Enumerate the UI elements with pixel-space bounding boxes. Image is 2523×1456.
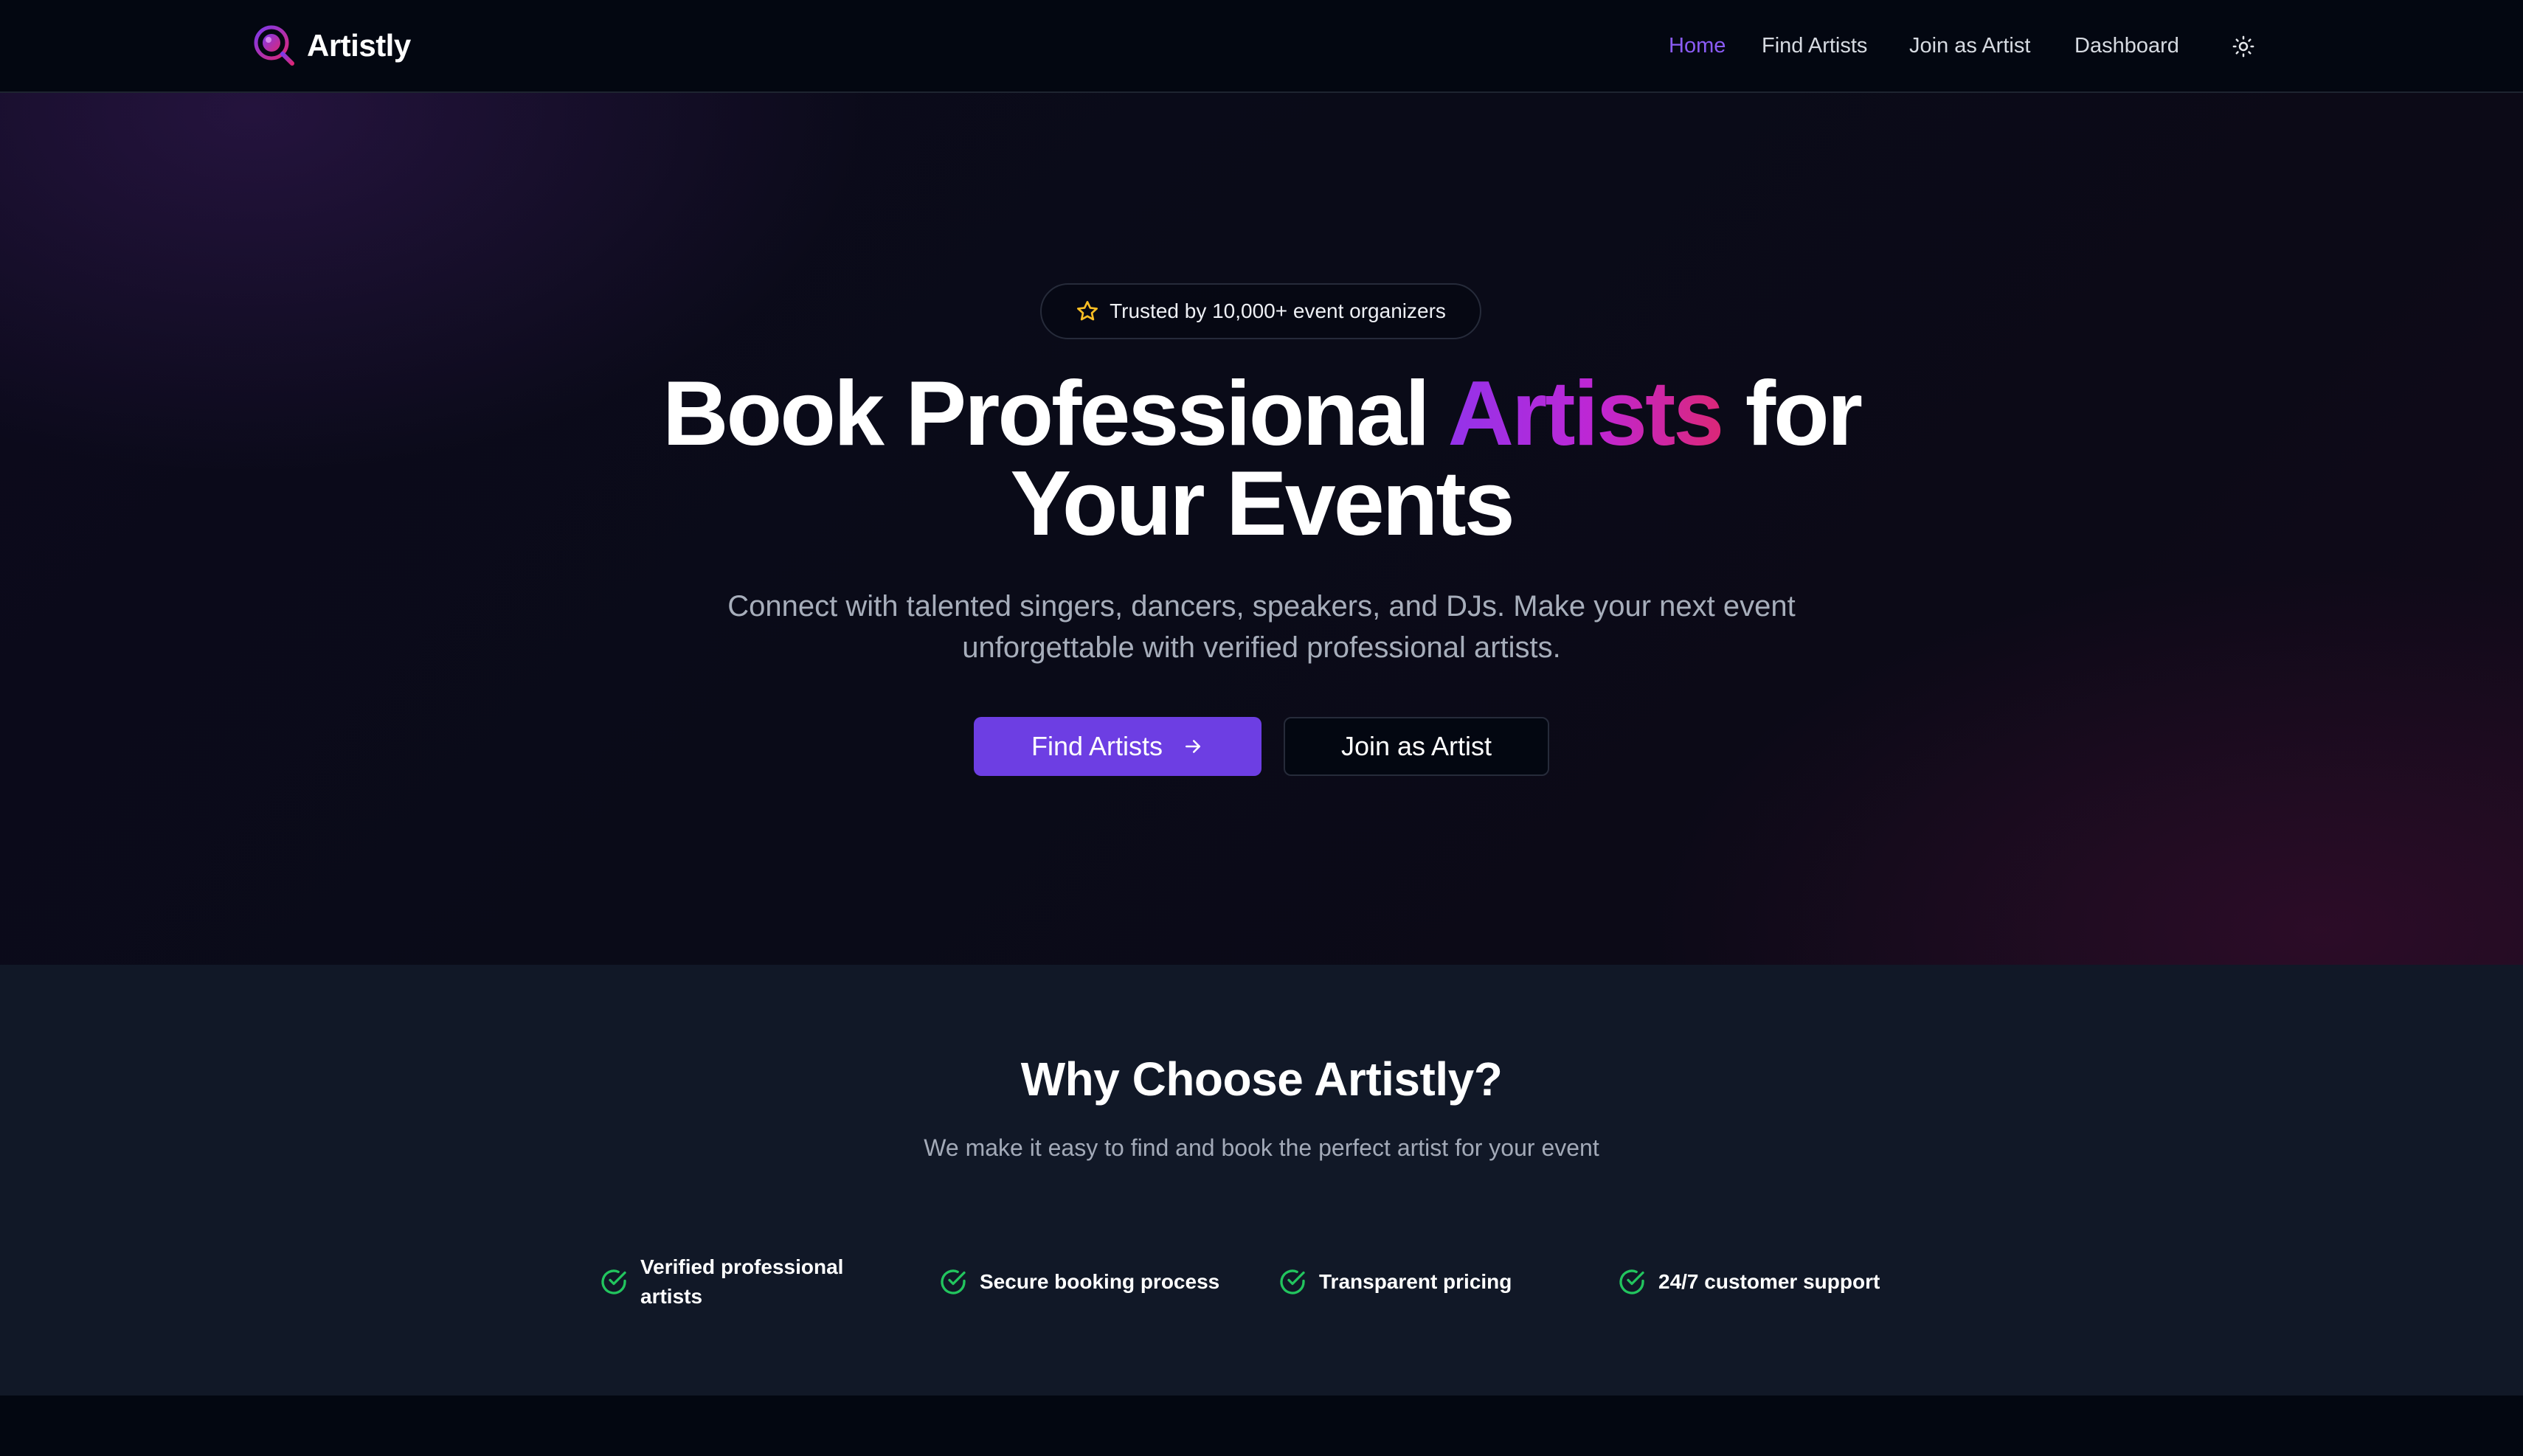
why-subtitle: We make it easy to find and book the per…: [924, 1134, 1599, 1161]
check-circle-icon: [601, 1269, 626, 1294]
check-circle-icon: [941, 1269, 966, 1294]
hero-section: Trusted by 10,000+ event organizers Book…: [0, 93, 2523, 965]
hero-title-line2: Your Events: [1010, 453, 1515, 555]
feature-item: Transparent pricing: [1278, 1267, 1512, 1297]
feature-item: Verified professional artists: [599, 1252, 879, 1311]
nav-home[interactable]: Home: [1669, 34, 1726, 58]
sun-icon: [2232, 35, 2254, 58]
check-circle-icon: [1619, 1269, 1644, 1294]
feature-label: 24/7 customer support: [1658, 1270, 1880, 1293]
site-header: Artistly Home Find Artists Join as Artis…: [0, 0, 2523, 93]
trust-badge: Trusted by 10,000+ event organizers: [1040, 283, 1481, 339]
page-bottom-strip: [0, 1396, 2523, 1456]
join-as-artist-button[interactable]: Join as Artist: [1284, 717, 1549, 776]
main-nav-join: Join as Artist: [1909, 30, 2030, 62]
check-circle-icon: [1280, 1269, 1305, 1294]
feature-label: Transparent pricing: [1319, 1270, 1512, 1293]
trust-badge-text: Trusted by 10,000+ event organizers: [1110, 299, 1446, 322]
hero-title: Book Professional Artists for Your Event…: [0, 368, 2523, 550]
nav-dashboard[interactable]: Dashboard: [2074, 34, 2179, 58]
nav-find-artists[interactable]: Find Artists: [1762, 34, 1867, 58]
theme-toggle-button[interactable]: [2225, 28, 2262, 65]
search-music-logo-icon: [254, 25, 294, 66]
brand-name: Artistly: [307, 28, 411, 63]
brand-logo[interactable]: Artistly: [252, 22, 411, 69]
join-as-artist-button-label: Join as Artist: [1340, 731, 1492, 761]
nav-join-as-artist[interactable]: Join as Artist: [1909, 34, 2030, 58]
why-title: Why Choose Artistly?: [1020, 1053, 1503, 1106]
hero-subtitle: Connect with talented singers, dancers, …: [727, 590, 1796, 664]
main-nav-dashboard: Dashboard: [2074, 30, 2179, 62]
feature-label: Verified professional artists: [640, 1255, 844, 1308]
feature-item: Secure booking process: [938, 1267, 1219, 1297]
hero-title-part2: for: [1722, 363, 1863, 465]
feature-label: Secure booking process: [980, 1270, 1220, 1293]
feature-item: 24/7 customer support: [1617, 1267, 1880, 1297]
arrow-right-icon: [1186, 740, 1201, 753]
why-choose-section: Why Choose Artistly? We make it easy to …: [0, 965, 2523, 1396]
main-nav: Home: [1669, 30, 1726, 62]
find-artists-button[interactable]: Find Artists: [974, 717, 1262, 776]
find-artists-button-label: Find Artists: [1031, 731, 1163, 761]
star-icon: [1077, 301, 1098, 321]
hero-title-part1: Book Professional: [662, 363, 1448, 465]
main-nav-find: Find Artists: [1762, 30, 1867, 62]
hero-title-accent: Artists: [1447, 363, 1725, 465]
